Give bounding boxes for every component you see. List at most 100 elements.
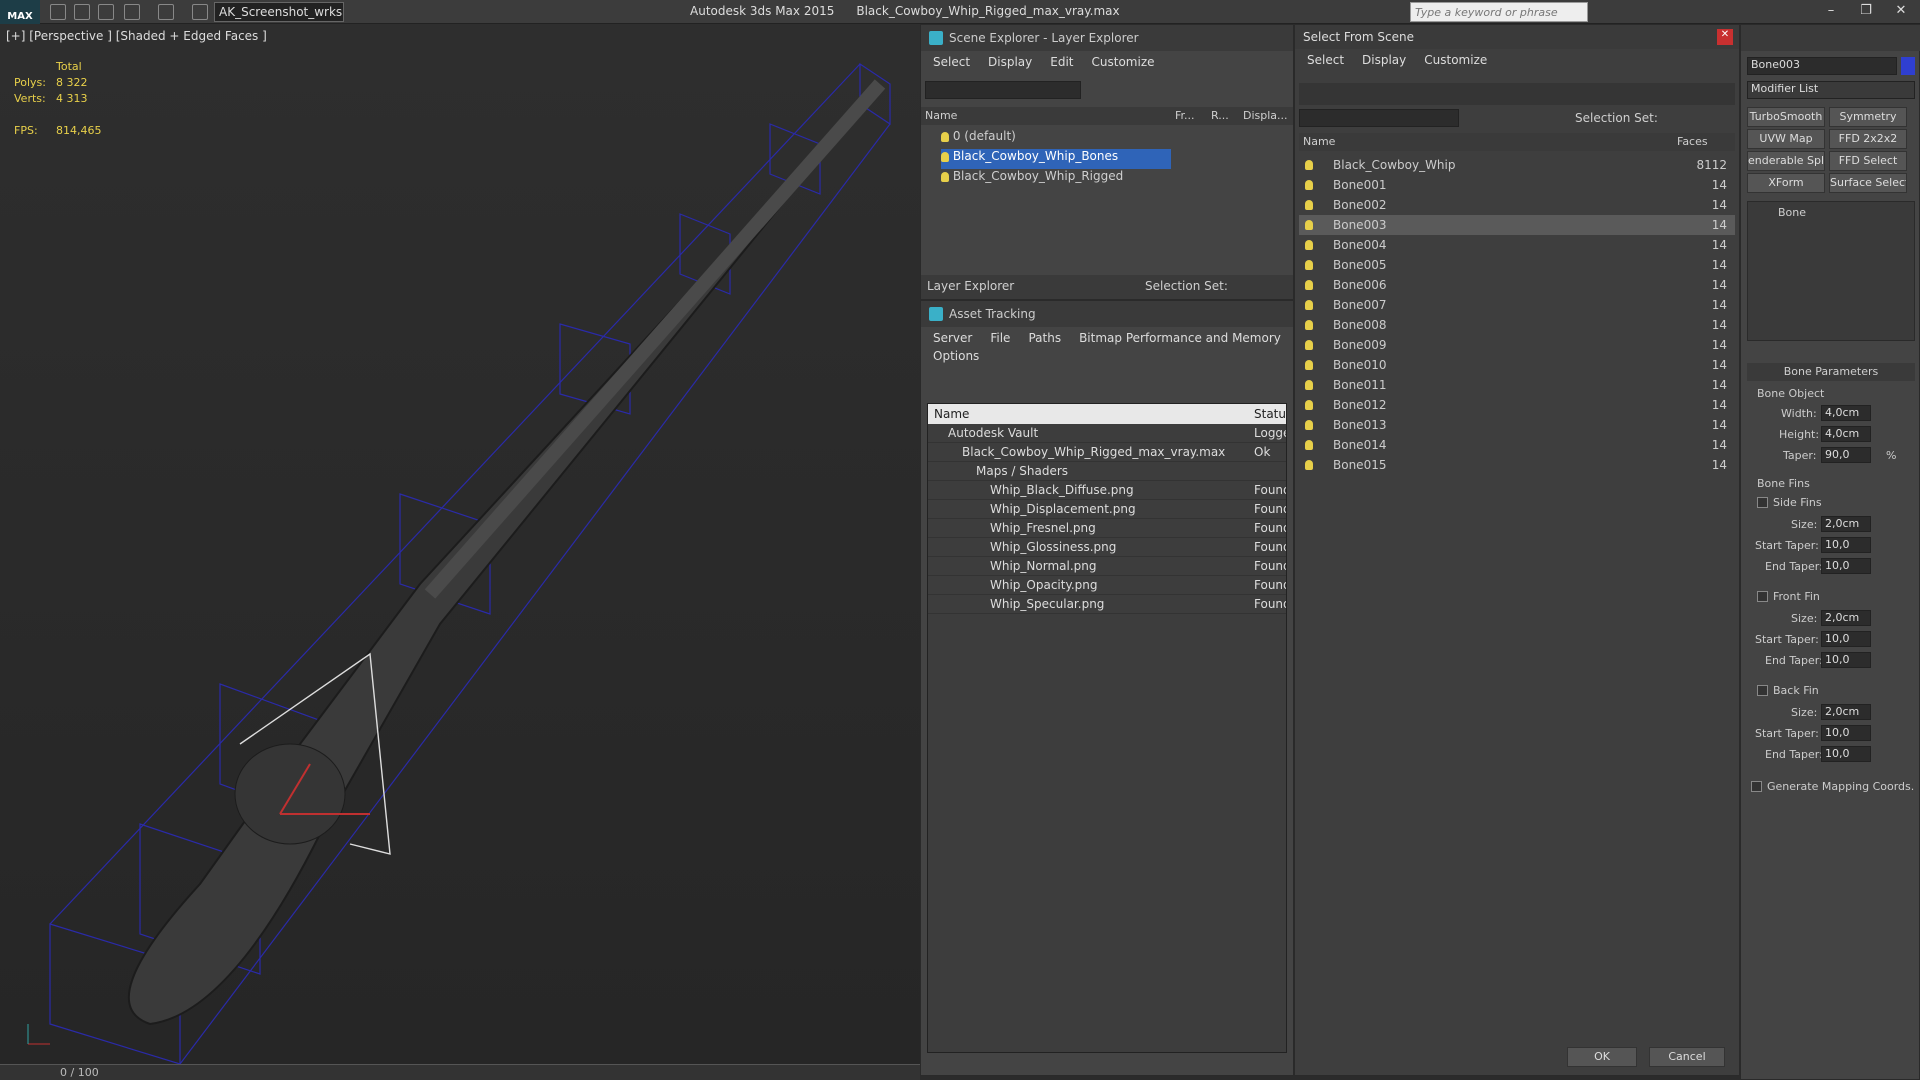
search-input[interactable]: Type a keyword or phrase [1410,2,1588,22]
scene-row[interactable]: Bone005 14 [1299,255,1735,275]
close-icon[interactable]: ✕ [1717,29,1733,45]
command-tabs[interactable] [1741,25,1920,51]
scene-row[interactable]: Bone012 14 [1299,395,1735,415]
light-bulb-icon[interactable] [1305,160,1313,170]
col-name[interactable]: Name [1303,135,1335,148]
light-bulb-icon[interactable] [1305,320,1313,330]
asset-row[interactable]: Black_Cowboy_Whip_Rigged_max_vray.max Ok [928,443,1286,462]
asset-row[interactable]: Whip_Normal.png Found [928,557,1286,576]
menu-customize[interactable]: Customize [1424,53,1487,67]
asset-row[interactable]: Maps / Shaders [928,462,1286,481]
col-faces[interactable]: Faces [1677,135,1708,148]
select-scene-title[interactable]: Select From Scene ✕ [1295,25,1739,49]
scene-explorer-title[interactable]: Scene Explorer - Layer Explorer [921,25,1293,51]
asset-row[interactable]: Whip_Specular.png Found [928,595,1286,614]
scene-row[interactable]: Bone010 14 [1299,355,1735,375]
col-render[interactable]: R... [1211,109,1229,122]
light-bulb-icon[interactable] [1305,340,1313,350]
asset-row[interactable]: Whip_Opacity.png Found [928,576,1286,595]
asset-row[interactable]: Whip_Displacement.png Found [928,500,1286,519]
back-end-taper-field[interactable]: 10,0 [1821,746,1871,762]
menu-file[interactable]: File [990,331,1010,345]
scene-row[interactable]: Bone006 14 [1299,275,1735,295]
layer-row-selected[interactable]: Black_Cowboy_Whip_Bones [941,149,1171,169]
object-color-swatch[interactable] [1901,57,1915,75]
scene-row[interactable]: Bone007 14 [1299,295,1735,315]
light-bulb-icon[interactable] [1305,400,1313,410]
layer-row[interactable]: 0 (default) [941,129,1171,149]
taper-field[interactable]: 90,0 [1821,447,1871,463]
explorer-mode-dropdown[interactable]: Layer Explorer [927,279,1014,293]
maximize-icon[interactable]: ❐ [1855,3,1877,21]
bone-parameters-rollout[interactable]: Bone Parameters [1747,363,1915,381]
undo-icon[interactable] [124,4,140,20]
light-bulb-icon[interactable] [1305,360,1313,370]
modifier-list-dropdown[interactable]: Modifier List [1747,81,1915,99]
light-bulb-icon[interactable] [1305,280,1313,290]
scene-row[interactable]: Bone014 14 [1299,435,1735,455]
open-icon[interactable] [74,4,90,20]
light-bulb-icon[interactable] [1305,220,1313,230]
width-field[interactable]: 4,0cm [1821,405,1871,421]
scene-row[interactable]: Bone013 14 [1299,415,1735,435]
light-bulb-icon[interactable] [1305,380,1313,390]
menu-edit[interactable]: Edit [1050,55,1073,69]
cancel-button[interactable]: Cancel [1649,1047,1725,1067]
scene-row[interactable]: Bone015 14 [1299,455,1735,475]
light-bulb-icon[interactable] [941,171,949,182]
height-field[interactable]: 4,0cm [1821,426,1871,442]
col-display[interactable]: Displa... [1243,109,1288,122]
redo-icon[interactable] [158,4,174,20]
front-size-field[interactable]: 2,0cm [1821,610,1871,626]
ffd-select-button[interactable]: FFD Select [1829,151,1907,171]
save-icon[interactable] [98,4,114,20]
project-icon[interactable] [192,4,208,20]
light-bulb-icon[interactable] [941,151,949,162]
scene-row-selected[interactable]: Bone003 14 [1299,215,1735,235]
scene-row[interactable]: Bone009 14 [1299,335,1735,355]
minimize-icon[interactable]: – [1820,3,1842,21]
asset-tracking-title[interactable]: Asset Tracking [921,301,1293,327]
side-fins-checkbox[interactable] [1757,497,1768,508]
asset-row[interactable]: Autodesk Vault Logged [928,424,1286,443]
light-bulb-icon[interactable] [1305,440,1313,450]
turbosmooth-button[interactable]: TurboSmooth [1747,107,1825,127]
light-bulb-icon[interactable] [1305,200,1313,210]
xform-button[interactable]: XForm [1747,173,1825,193]
menu-select[interactable]: Select [933,55,970,69]
light-bulb-icon[interactable] [1305,300,1313,310]
scene-row[interactable]: Black_Cowboy_Whip 8112 [1299,155,1735,175]
col-name[interactable]: Name [925,109,957,122]
menu-server[interactable]: Server [933,331,972,345]
scene-row[interactable]: Bone002 14 [1299,195,1735,215]
front-fin-checkbox[interactable] [1757,591,1768,602]
object-name-field[interactable]: Bone003 [1747,57,1897,75]
front-end-taper-field[interactable]: 10,0 [1821,652,1871,668]
col-name[interactable]: Name [934,407,969,421]
front-start-taper-field[interactable]: 10,0 [1821,631,1871,647]
asset-row[interactable]: Whip_Glossiness.png Found [928,538,1286,557]
back-start-taper-field[interactable]: 10,0 [1821,725,1871,741]
ok-button[interactable]: OK [1567,1047,1637,1067]
surface-select-button[interactable]: Surface Select [1829,173,1907,193]
workspace-dropdown[interactable]: AK_Screenshot_wrksp [214,2,344,22]
menu-display[interactable]: Display [988,55,1032,69]
generate-mapping-checkbox[interactable] [1751,781,1762,792]
side-end-taper-field[interactable]: 10,0 [1821,558,1871,574]
menu-options[interactable]: Options [933,349,979,363]
col-freeze[interactable]: Fr... [1175,109,1195,122]
uvw-map-button[interactable]: UVW Map [1747,129,1825,149]
light-bulb-icon[interactable] [941,131,949,142]
scene-filter-input[interactable] [1299,109,1459,127]
light-bulb-icon[interactable] [1305,240,1313,250]
new-icon[interactable] [50,4,66,20]
time-slider[interactable]: 0 / 100 [0,1064,920,1080]
scene-row[interactable]: Bone011 14 [1299,375,1735,395]
back-fin-checkbox[interactable] [1757,685,1768,696]
perspective-viewport[interactable]: [+] [Perspective ] [Shaded + Edged Faces… [0,24,920,1064]
side-size-field[interactable]: 2,0cm [1821,516,1871,532]
menu-bitmap[interactable]: Bitmap Performance and Memory [1079,331,1281,345]
scene-row[interactable]: Bone001 14 [1299,175,1735,195]
stack-item-bone[interactable]: Bone [1748,202,1914,223]
menu-paths[interactable]: Paths [1028,331,1061,345]
